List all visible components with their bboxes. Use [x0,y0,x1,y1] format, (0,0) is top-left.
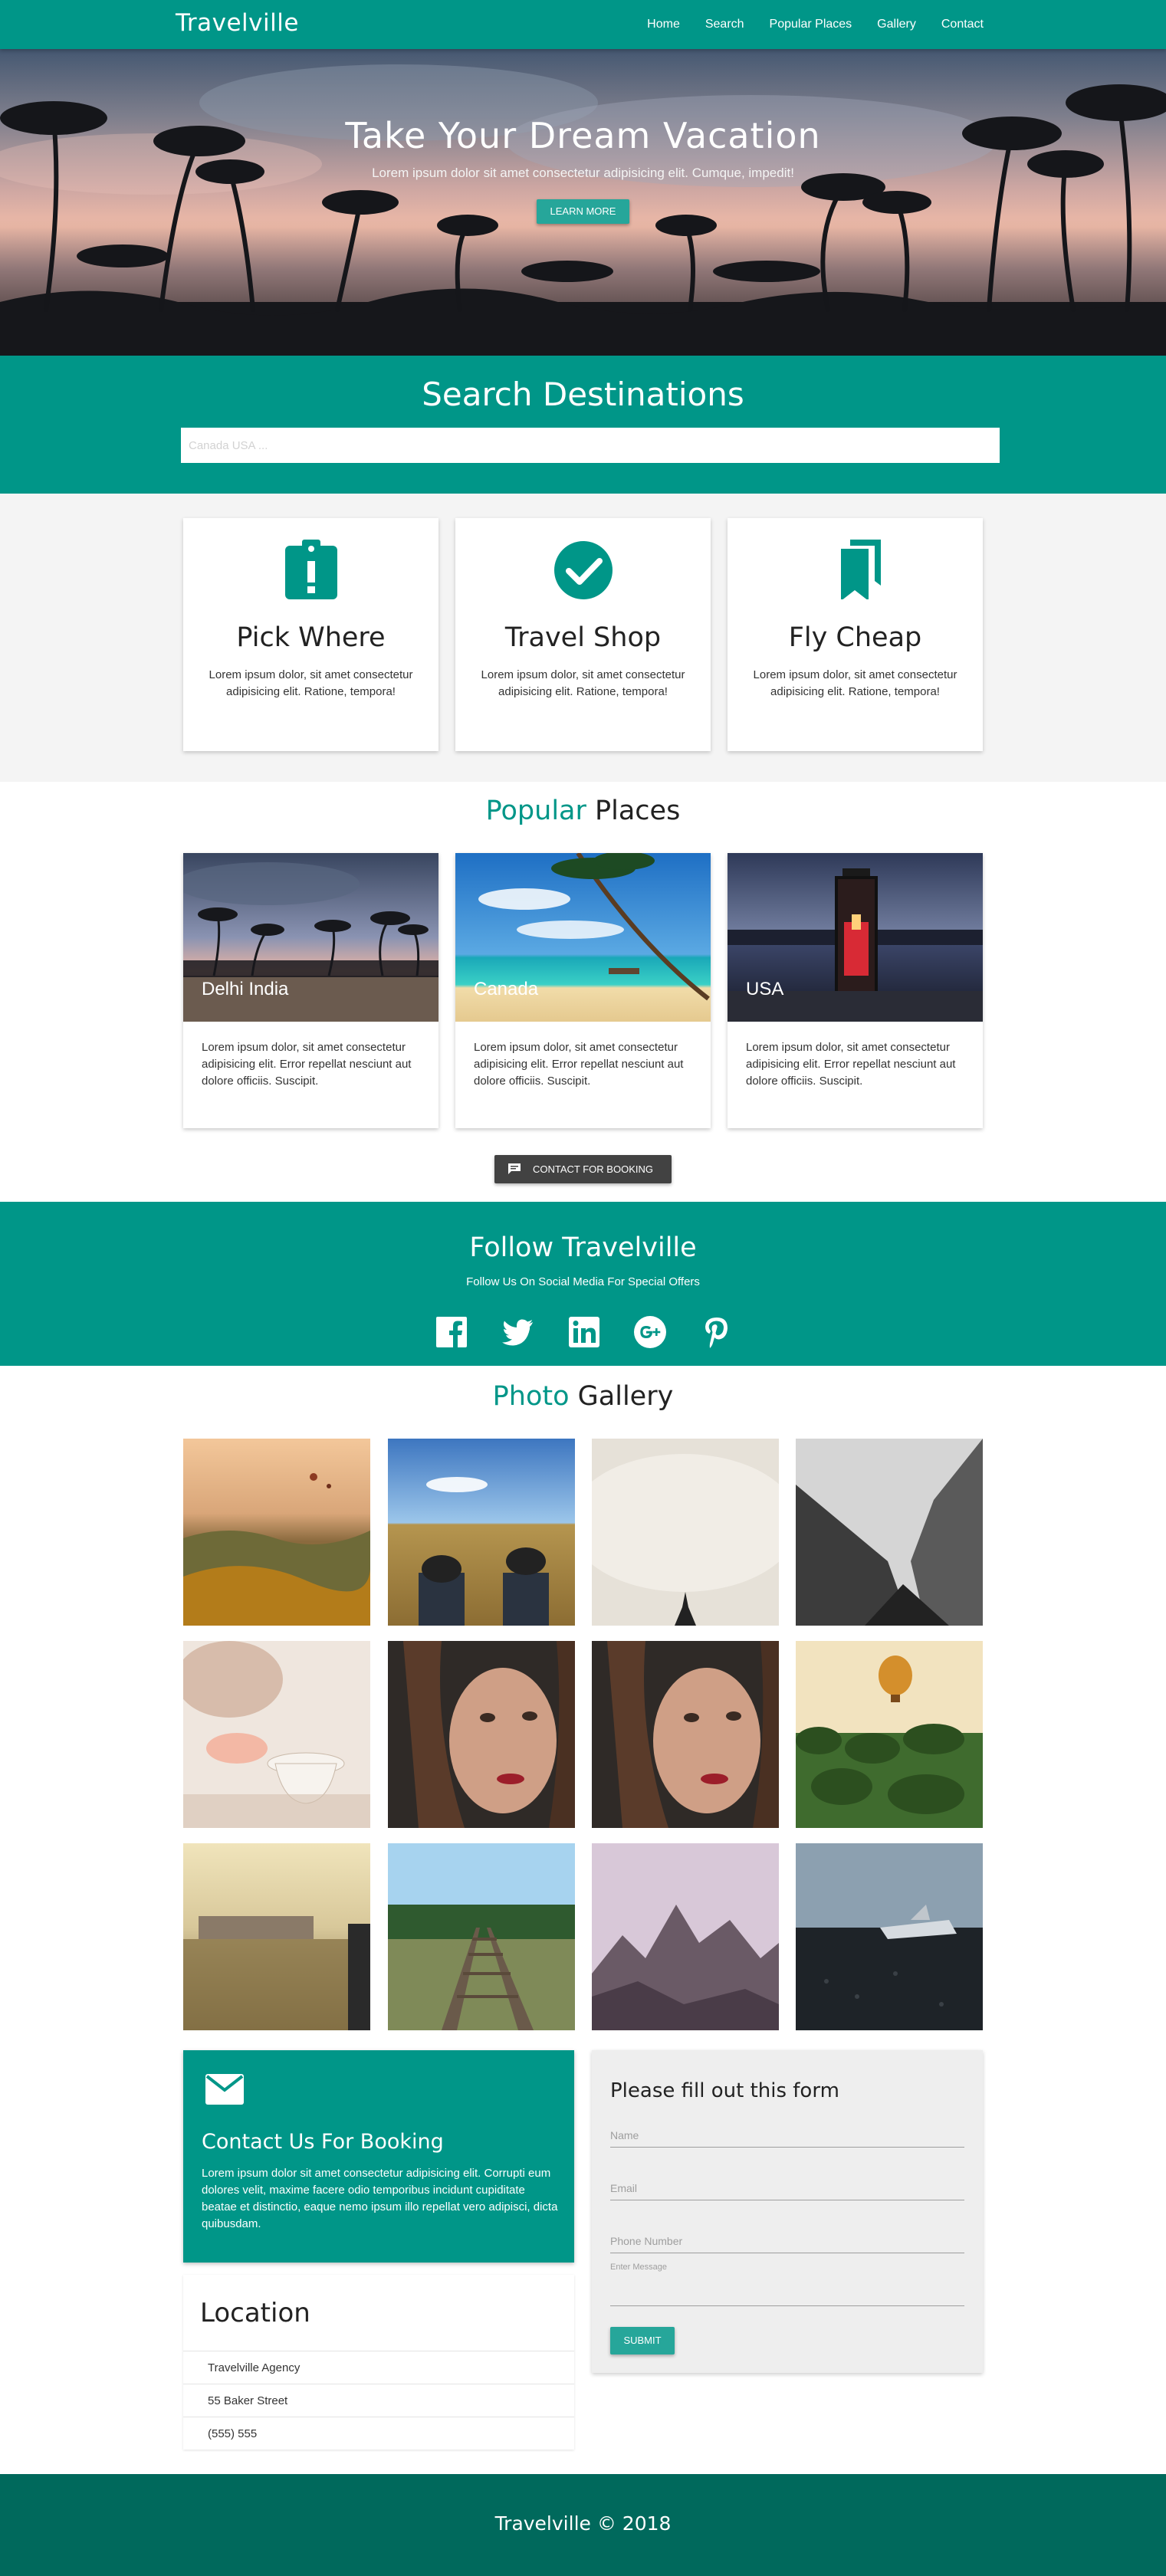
photo-gallery-title: Photo Gallery [0,1381,1166,1412]
gallery-image-foggy-sky[interactable] [592,1439,779,1626]
nav-link-popular-places[interactable]: Popular Places [770,18,852,31]
gallery-image-hot-air-balloon[interactable] [796,1641,983,1828]
usa-lantern-image: USA [728,853,983,1022]
follow-title: Follow Travelville [469,1232,697,1263]
gallery-image-mountain-peaks[interactable] [592,1843,779,2030]
location-box: Location Travelville Agency 55 Baker Str… [183,2275,574,2450]
place-label: USA [746,979,784,999]
canada-beach-image: Canada [455,853,711,1022]
feature-card: Fly Cheap Lorem ipsum dolor, sit amet co… [728,518,983,751]
location-title: Location [200,2298,310,2328]
feature-title: Fly Cheap [788,622,922,653]
feature-text: Lorem ipsum dolor, sit amet consectetur … [209,668,413,698]
contact-button-label: CONTACT FOR BOOKING [533,1163,653,1175]
gallery-image-portrait-woman-2[interactable] [592,1641,779,1828]
brand-logo[interactable]: Travelville [176,9,299,37]
popular-places-title: Popular Places [0,796,1166,826]
learn-more-button[interactable]: LEARN MORE [537,199,629,224]
hero-subtitle: Lorem ipsum dolor sit amet consectetur a… [372,166,794,180]
form-title: Please fill out this form [610,2079,839,2102]
pinterest-icon[interactable] [700,1315,734,1349]
search-section: Search Destinations [0,356,1166,494]
facebook-icon[interactable] [435,1315,468,1349]
contact-text: Lorem ipsum dolor sit amet consectetur a… [202,2167,558,2230]
gallery-image-teacup[interactable] [183,1641,370,1828]
message-field[interactable] [610,2274,964,2306]
search-title: Search Destinations [422,376,744,413]
place-text: Lorem ipsum dolor, sit amet consectetur … [474,1041,684,1088]
name-field[interactable] [610,2123,964,2148]
gallery-title-accent: Photo [492,1381,570,1412]
submit-button[interactable]: SUBMIT [610,2327,675,2354]
popular-title-accent: Popular [485,796,586,826]
gallery-image-portrait-woman[interactable] [388,1641,575,1828]
place-card[interactable]: Canada Lorem ipsum dolor, sit amet conse… [455,853,711,1128]
message-label: Enter Message [610,2263,667,2272]
feature-card: Pick Where Lorem ipsum dolor, sit amet c… [183,518,438,751]
place-label: Delhi India [202,979,289,999]
gallery-image-railroad[interactable] [388,1843,575,2030]
features-section: Pick Where Lorem ipsum dolor, sit amet c… [0,494,1166,782]
gallery-title-rest: Gallery [577,1381,674,1412]
contact-booking-box: Contact Us For Booking Lorem ipsum dolor… [183,2050,574,2263]
location-item-phone: (555) 555 [183,2417,574,2450]
footer: Travelville © 2018 [0,2474,1166,2576]
booking-form: Please fill out this form Enter Message … [592,2050,983,2373]
location-item-address: 55 Baker Street [183,2384,574,2417]
nav-link-gallery[interactable]: Gallery [877,18,916,31]
gallery-image-balloons-valley[interactable] [183,1439,370,1626]
place-card[interactable]: USA Lorem ipsum dolor, sit amet consecte… [728,853,983,1128]
follow-section: Follow Travelville Follow Us On Social M… [0,1202,1166,1366]
feature-text: Lorem ipsum dolor, sit amet consectetur … [753,668,957,698]
contact-title: Contact Us For Booking [202,2130,444,2154]
google-plus-icon[interactable] [633,1315,667,1349]
gallery-image-field-shoes[interactable] [388,1439,575,1626]
nav-link-search[interactable]: Search [705,18,744,31]
hero-banner: Take Your Dream Vacation Lorem ipsum dol… [0,49,1166,356]
delhi-beach-image: Delhi India [183,853,438,1022]
check-circle-icon [554,541,613,599]
feature-title: Pick Where [236,622,386,653]
place-card[interactable]: Delhi India Lorem ipsum dolor, sit amet … [183,853,438,1128]
nav-links: Home Search Popular Places Gallery Conta… [622,0,984,49]
place-label: Canada [474,979,539,999]
gallery-image-plane-wreck[interactable] [796,1843,983,2030]
top-navbar: Travelville Home Search Popular Places G… [0,0,1166,49]
feature-text: Lorem ipsum dolor, sit amet consectetur … [481,668,685,698]
linkedin-icon[interactable] [567,1315,601,1349]
popular-title-rest: Places [595,796,681,826]
nav-link-home[interactable]: Home [647,18,680,31]
gallery-image-mountain-bw[interactable] [796,1439,983,1626]
place-text: Lorem ipsum dolor, sit amet consectetur … [202,1041,412,1088]
hero-title: Take Your Dream Vacation [345,115,821,156]
bookmarks-icon [841,540,881,599]
feature-title: Travel Shop [504,622,662,653]
gallery-image-harbor[interactable] [183,1843,370,2030]
twitter-icon[interactable] [501,1315,534,1349]
mail-icon [205,2074,244,2105]
search-input[interactable] [181,428,1000,463]
assignment-late-icon [285,540,337,599]
contact-for-booking-button[interactable]: CONTACT FOR BOOKING [494,1155,672,1183]
phone-field[interactable] [610,2229,964,2253]
follow-subtitle: Follow Us On Social Media For Special Of… [466,1275,700,1288]
place-text: Lorem ipsum dolor, sit amet consectetur … [746,1041,956,1088]
footer-copyright: Travelville © 2018 [494,2512,672,2535]
chat-icon [508,1163,521,1174]
feature-card: Travel Shop Lorem ipsum dolor, sit amet … [455,518,711,751]
location-item-agency: Travelville Agency [183,2351,574,2384]
nav-link-contact[interactable]: Contact [941,18,984,31]
email-field[interactable] [610,2176,964,2200]
